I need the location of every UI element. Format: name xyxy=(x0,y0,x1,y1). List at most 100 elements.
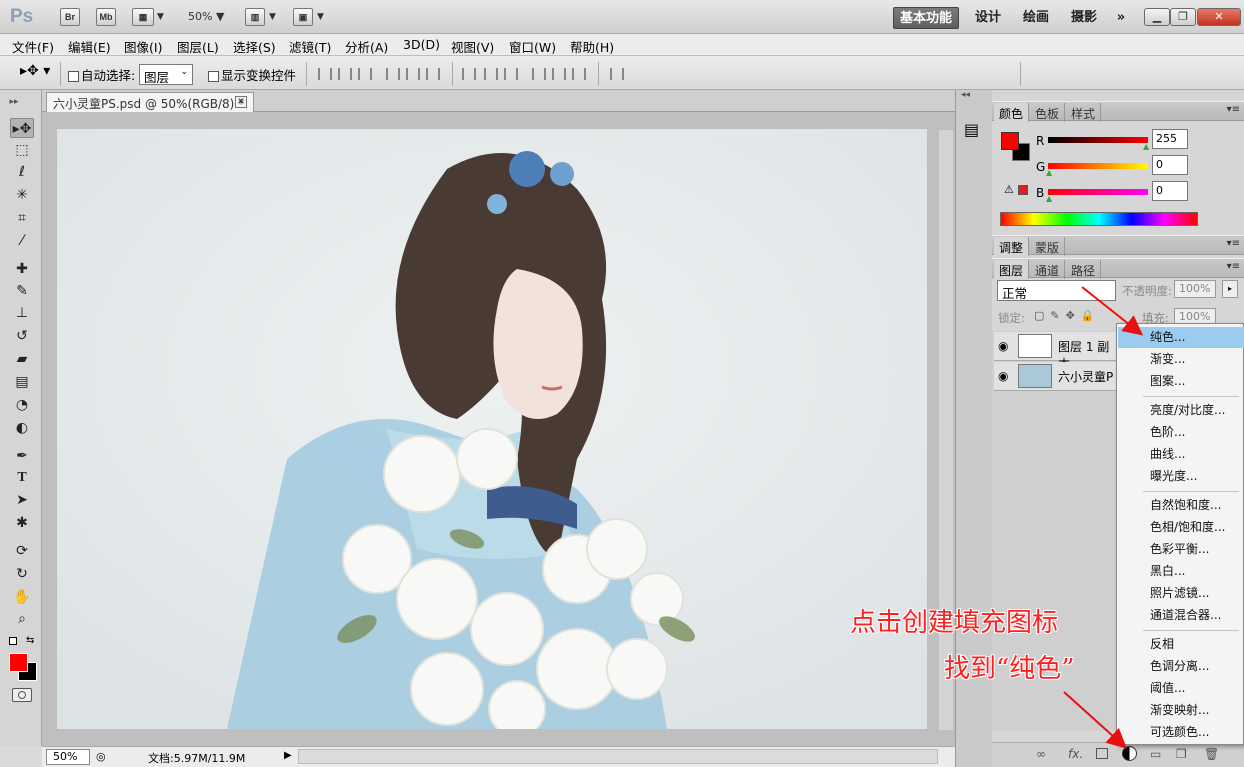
lasso-tool-icon[interactable]: ℓ xyxy=(10,162,34,182)
close-button[interactable]: ✕ xyxy=(1197,8,1241,26)
menu-item-brightness-contrast[interactable]: 亮度/对比度... xyxy=(1118,400,1244,421)
tab-styles[interactable]: 样式 xyxy=(1066,103,1102,122)
show-transform-option[interactable]: 显示变换控件 xyxy=(208,65,296,84)
blend-mode-select[interactable]: 正常 xyxy=(997,280,1116,301)
menu-edit[interactable]: 编辑(E) xyxy=(68,37,111,56)
workspace-essentials[interactable]: 基本功能 xyxy=(893,7,959,29)
screen-mode-button[interactable]: ▣ xyxy=(293,8,313,26)
tab-masks[interactable]: 蒙版 xyxy=(1030,237,1066,256)
history-panel-icon[interactable]: ▤ xyxy=(964,120,979,139)
pen-tool-icon[interactable]: ✒ xyxy=(10,446,34,466)
bridge-button[interactable]: Br xyxy=(60,8,80,26)
eyedropper-tool-icon[interactable]: ⁄ xyxy=(10,231,34,251)
document-tab[interactable]: 六小灵童PS.psd @ 50%(RGB/8) * ✕ xyxy=(46,92,254,112)
default-colors-icon[interactable] xyxy=(9,637,17,645)
align-bottom-icon[interactable] xyxy=(358,68,372,80)
menu-item-hue-saturation[interactable]: 色相/饱和度... xyxy=(1118,517,1244,538)
clone-stamp-tool-icon[interactable]: ⊥ xyxy=(10,303,34,323)
panel-menu-icon[interactable]: ▾≡ xyxy=(1227,261,1240,272)
chevron-down-icon[interactable]: ▼ xyxy=(157,12,164,22)
path-selection-tool-icon[interactable]: ➤ xyxy=(10,490,34,510)
gamut-color-swatch[interactable] xyxy=(1018,185,1028,195)
lock-icons[interactable]: ▢✎✥🔒 xyxy=(1034,309,1101,322)
r-slider-thumb[interactable]: ▲ xyxy=(1143,142,1149,151)
b-value-field[interactable]: 0 xyxy=(1152,181,1188,201)
create-fill-adjustment-layer-icon[interactable] xyxy=(1122,746,1137,761)
menu-item-solid-color[interactable]: 纯色... xyxy=(1118,327,1244,348)
menu-item-vibrance[interactable]: 自然饱和度... xyxy=(1118,495,1244,516)
distribute-bottom-icon[interactable] xyxy=(504,68,518,80)
zoom-level-select[interactable]: 50% ▼ xyxy=(188,10,224,23)
auto-align-layers-icon[interactable] xyxy=(610,68,624,80)
move-tool-icon[interactable]: ▸✥ xyxy=(10,118,34,138)
spot-healing-tool-icon[interactable]: ✚ xyxy=(10,259,34,279)
minimize-button[interactable]: ▁ xyxy=(1144,8,1170,26)
tab-layers[interactable]: 图层 xyxy=(994,260,1030,279)
menu-help[interactable]: 帮助(H) xyxy=(570,37,614,56)
menu-analysis[interactable]: 分析(A) xyxy=(345,37,388,56)
menu-item-gradient-map[interactable]: 渐变映射... xyxy=(1118,700,1244,721)
menu-window[interactable]: 窗口(W) xyxy=(509,37,556,56)
out-of-gamut-warning-icon[interactable]: ⚠ xyxy=(1004,183,1014,196)
arrange-documents-button[interactable]: ▥ xyxy=(245,8,265,26)
view-extras-button[interactable]: ▦ xyxy=(132,8,154,26)
menu-item-levels[interactable]: 色阶... xyxy=(1118,422,1244,443)
swap-colors-icon[interactable]: ⇆ xyxy=(26,635,34,646)
layer-row[interactable]: ◉ 六小灵童P xyxy=(994,362,1117,391)
menu-item-curves[interactable]: 曲线... xyxy=(1118,444,1244,465)
tab-adjustments[interactable]: 调整 xyxy=(994,237,1030,256)
eraser-tool-icon[interactable]: ▰ xyxy=(10,349,34,369)
status-menu-arrow-icon[interactable]: ▶ xyxy=(284,750,292,761)
distribute-vertical-center-icon[interactable] xyxy=(484,68,498,80)
distribute-horizontal-center-icon[interactable] xyxy=(552,68,566,80)
g-slider-thumb[interactable]: ▲ xyxy=(1046,168,1052,177)
quick-mask-icon[interactable] xyxy=(12,688,32,702)
g-slider[interactable] xyxy=(1048,163,1148,169)
r-value-field[interactable]: 255 xyxy=(1152,129,1188,149)
distribute-top-icon[interactable] xyxy=(462,68,476,80)
delete-layer-icon[interactable]: 🗑 xyxy=(1204,747,1219,761)
menu-item-selective-color[interactable]: 可选颜色... xyxy=(1118,722,1244,743)
menu-3d[interactable]: 3D(D) xyxy=(403,37,440,52)
tab-swatches[interactable]: 色板 xyxy=(1030,103,1066,122)
menu-item-invert[interactable]: 反相 xyxy=(1118,634,1244,655)
status-info-icon[interactable]: ◎ xyxy=(96,750,106,763)
menu-item-threshold[interactable]: 阈值... xyxy=(1118,678,1244,699)
new-group-icon[interactable]: ▭ xyxy=(1150,747,1161,761)
workspace-design[interactable]: 设计 xyxy=(968,7,1008,29)
tab-color[interactable]: 颜色 xyxy=(994,103,1030,122)
menu-item-black-white[interactable]: 黑白... xyxy=(1118,561,1244,582)
menu-item-gradient[interactable]: 渐变... xyxy=(1118,349,1244,370)
opacity-arrow-icon[interactable]: ▸ xyxy=(1222,280,1238,298)
color-spectrum-bar[interactable] xyxy=(1000,212,1198,226)
gradient-tool-icon[interactable]: ▤ xyxy=(10,372,34,392)
collapse-toolbox-icon[interactable]: ▸▸ xyxy=(2,92,26,112)
zoom-tool-icon[interactable]: ⌕ xyxy=(10,609,34,629)
tab-channels[interactable]: 通道 xyxy=(1030,260,1066,279)
foreground-color-swatch[interactable] xyxy=(9,653,28,672)
restore-button[interactable]: ❐ xyxy=(1170,8,1196,26)
b-slider[interactable] xyxy=(1048,189,1148,195)
distribute-right-icon[interactable] xyxy=(572,68,586,80)
r-slider[interactable] xyxy=(1048,137,1148,143)
auto-select-option[interactable]: 自动选择: xyxy=(68,65,135,84)
workspace-photography[interactable]: 摄影 xyxy=(1064,7,1104,29)
auto-select-target-select[interactable]: 图层 ⌄ xyxy=(139,64,193,85)
menu-item-color-balance[interactable]: 色彩平衡... xyxy=(1118,539,1244,560)
align-top-icon[interactable] xyxy=(318,68,332,80)
menu-item-pattern[interactable]: 图案... xyxy=(1118,371,1244,392)
link-layers-icon[interactable]: ∞ xyxy=(1036,747,1046,761)
g-value-field[interactable]: 0 xyxy=(1152,155,1188,175)
chevron-down-icon[interactable]: ▼ xyxy=(269,12,276,22)
show-transform-checkbox[interactable] xyxy=(208,71,219,82)
workspace-painting[interactable]: 绘画 xyxy=(1016,7,1056,29)
opacity-field[interactable]: 100% xyxy=(1174,280,1216,298)
eye-visibility-icon[interactable]: ◉ xyxy=(998,369,1008,383)
collapse-dock-icon[interactable]: ◂◂ xyxy=(961,90,970,100)
panel-menu-icon[interactable]: ▾≡ xyxy=(1227,104,1240,115)
brush-tool-icon[interactable]: ✎ xyxy=(10,281,34,301)
layer-style-icon[interactable]: fx. xyxy=(1068,747,1083,761)
move-tool-preset-icon[interactable]: ▸✥ ▾ xyxy=(20,63,50,79)
new-layer-icon[interactable]: ❒ xyxy=(1176,747,1187,761)
b-slider-thumb[interactable]: ▲ xyxy=(1046,194,1052,203)
